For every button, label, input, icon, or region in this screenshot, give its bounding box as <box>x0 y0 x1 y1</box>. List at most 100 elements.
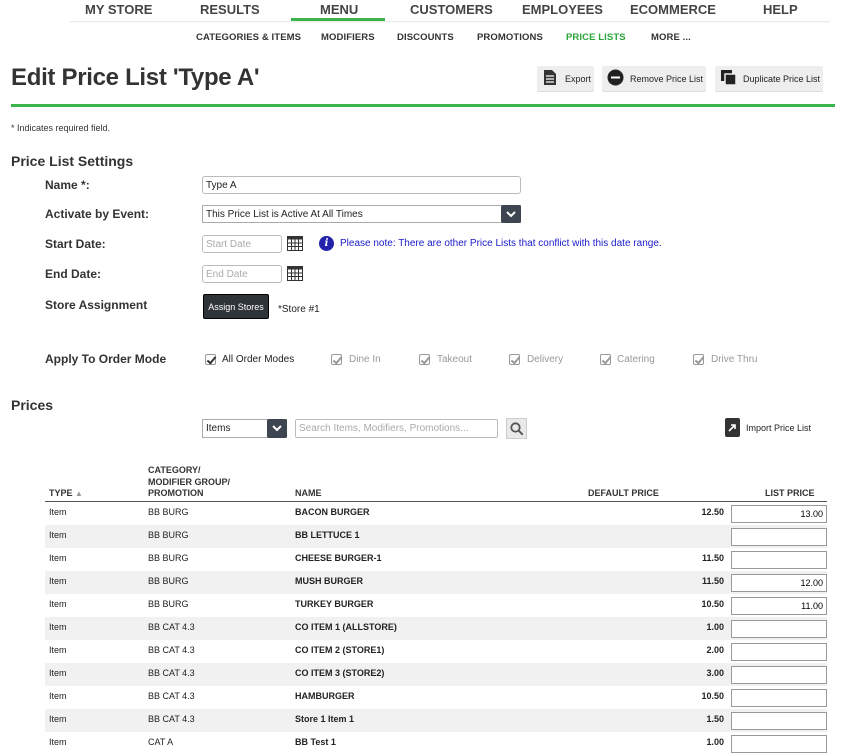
subnav-discounts[interactable]: DISCOUNTS <box>397 32 454 43</box>
end-date-input[interactable] <box>202 265 282 283</box>
info-icon: i <box>319 236 334 251</box>
name-input[interactable] <box>202 176 521 194</box>
chevron-down-icon[interactable] <box>267 419 287 438</box>
subnav-modifiers[interactable]: MODIFIERS <box>321 32 375 43</box>
table-row: Item BB BURG BACON BURGER 12.50 <box>45 502 827 525</box>
dine-in-label: Dine In <box>349 354 381 365</box>
nav-help[interactable]: HELP <box>763 2 798 17</box>
cell-name: TURKEY BURGER <box>295 599 374 609</box>
cell-category: BB BURG <box>148 530 189 540</box>
cell-type: Item <box>49 553 67 563</box>
remove-price-list-button[interactable]: Remove Price List <box>602 66 706 91</box>
cell-name: CHEESE BURGER-1 <box>295 553 382 563</box>
cell-name: CO ITEM 1 (ALLSTORE) <box>295 622 397 632</box>
cell-type: Item <box>49 714 67 724</box>
checkbox-dine-in <box>331 354 342 365</box>
list-price-input[interactable] <box>731 712 827 730</box>
calendar-icon[interactable] <box>287 236 303 251</box>
all-order-modes-label: All Order Modes <box>222 354 295 365</box>
import-icon[interactable] <box>725 418 740 437</box>
subnav-price-lists[interactable]: PRICE LISTS <box>566 32 626 43</box>
cell-default-price: 1.50 <box>706 714 724 724</box>
import-price-list-button[interactable]: Import Price List <box>746 423 811 433</box>
table-row: Item BB BURG CHEESE BURGER-1 11.50 <box>45 548 827 571</box>
list-price-input[interactable] <box>731 528 827 546</box>
cell-category: BB CAT 4.3 <box>148 691 195 701</box>
table-row: Item BB BURG TURKEY BURGER 10.50 <box>45 594 827 617</box>
list-price-input[interactable] <box>731 597 827 615</box>
cell-name: CO ITEM 2 (STORE1) <box>295 645 385 655</box>
prices-search-input[interactable] <box>295 419 498 438</box>
list-price-input[interactable] <box>731 666 827 684</box>
list-price-input[interactable] <box>731 505 827 523</box>
table-row: Item BB BURG BB LETTUCE 1 <box>45 525 827 548</box>
cell-default-price: 3.00 <box>706 668 724 678</box>
delivery-label: Delivery <box>527 354 564 365</box>
cell-type: Item <box>49 737 67 747</box>
nav-customers[interactable]: CUSTOMERS <box>410 2 493 17</box>
catering-label: Catering <box>617 354 655 365</box>
calendar-icon[interactable] <box>287 266 303 281</box>
nav-menu[interactable]: MENU <box>320 2 358 17</box>
assign-stores-button[interactable]: Assign Stores <box>203 294 269 319</box>
list-price-input[interactable] <box>731 643 827 661</box>
search-icon <box>509 421 523 435</box>
subnav-promotions[interactable]: PROMOTIONS <box>477 32 543 43</box>
start-date-input[interactable] <box>202 235 282 253</box>
top-nav: MY STORE RESULTS MENU CUSTOMERS EMPLOYEE… <box>0 0 842 22</box>
col-category-line2: MODIFIER GROUP/ <box>148 476 231 487</box>
list-price-input[interactable] <box>731 689 827 707</box>
nav-my-store[interactable]: MY STORE <box>85 2 152 17</box>
checkbox-drive-thru <box>693 354 704 365</box>
takeout-label: Takeout <box>437 354 473 365</box>
cell-default-price: 10.50 <box>701 599 724 609</box>
checkbox-takeout <box>419 354 430 365</box>
cell-type: Item <box>49 622 67 632</box>
col-type[interactable]: TYPE ▲ <box>49 488 83 500</box>
nav-results[interactable]: RESULTS <box>200 2 260 17</box>
end-date-label: End Date: <box>45 267 102 281</box>
checkbox-all-order-modes[interactable] <box>205 354 216 365</box>
col-list-price: LIST PRICE <box>765 488 815 498</box>
cell-category: BB BURG <box>148 576 189 586</box>
cell-type: Item <box>49 645 67 655</box>
sort-ascending-icon: ▲ <box>75 489 83 498</box>
cell-type: Item <box>49 599 67 609</box>
activate-by-event-label: Activate by Event: <box>45 207 150 221</box>
cell-type: Item <box>49 668 67 678</box>
cell-category: BB BURG <box>148 599 189 609</box>
item-type-filter-select[interactable]: Items <box>202 419 287 438</box>
cell-type: Item <box>49 691 67 701</box>
required-field-note: * Indicates required field. <box>11 123 111 133</box>
cell-default-price: 1.00 <box>706 737 724 747</box>
chevron-down-icon[interactable] <box>501 205 521 223</box>
list-price-input[interactable] <box>731 551 827 569</box>
page-title: Edit Price List 'Type A' <box>11 64 260 91</box>
cell-default-price: 10.50 <box>701 691 724 701</box>
table-row: Item BB CAT 4.3 CO ITEM 1 (ALLSTORE) 1.00 <box>45 617 827 640</box>
duplicate-label: Duplicate Price List <box>743 73 821 84</box>
cell-category: BB BURG <box>148 507 189 517</box>
checkbox-catering <box>600 354 611 365</box>
subnav-categories-items[interactable]: CATEGORIES & ITEMS <box>196 32 301 43</box>
list-price-input[interactable] <box>731 620 827 638</box>
drive-thru-label: Drive Thru <box>711 354 758 365</box>
activate-by-event-value: This Price List is Active At All Times <box>206 208 363 220</box>
cell-category: BB CAT 4.3 <box>148 622 195 632</box>
table-row: Item BB CAT 4.3 CO ITEM 3 (STORE2) 3.00 <box>45 663 827 686</box>
duplicate-price-list-button[interactable]: Duplicate Price List <box>715 66 823 91</box>
activate-by-event-select[interactable]: This Price List is Active At All Times <box>202 205 521 223</box>
subnav-more[interactable]: MORE ... <box>651 32 691 43</box>
list-price-input[interactable] <box>731 574 827 592</box>
cell-name: BACON BURGER <box>295 507 370 517</box>
cell-name: HAMBURGER <box>295 691 355 701</box>
nav-ecommerce[interactable]: ECOMMERCE <box>630 2 716 17</box>
list-price-input[interactable] <box>731 735 827 753</box>
export-button[interactable]: Export <box>537 66 594 91</box>
cell-name: BB Test 1 <box>295 737 336 747</box>
search-button[interactable] <box>506 418 527 439</box>
title-divider <box>11 104 835 107</box>
nav-employees[interactable]: EMPLOYEES <box>522 2 603 17</box>
cell-category: BB BURG <box>148 553 189 563</box>
cell-default-price: 2.00 <box>706 645 724 655</box>
